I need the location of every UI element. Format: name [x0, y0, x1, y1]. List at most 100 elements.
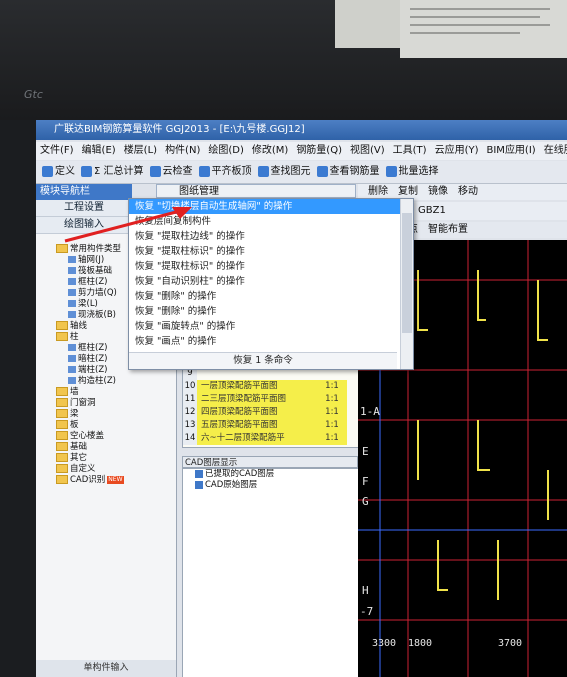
- tree-item-label: 自定义: [70, 464, 96, 474]
- menu-item[interactable]: 修改(M): [248, 142, 292, 160]
- dimension-label: 1800: [408, 638, 433, 649]
- menu-item[interactable]: 楼层(L): [120, 142, 161, 160]
- menu-item[interactable]: 构件(N): [161, 142, 204, 160]
- toolbar-button[interactable]: GBZ1: [418, 202, 446, 220]
- toolbar-icon: [316, 165, 328, 177]
- toolbar-button[interactable]: 云检查: [149, 161, 193, 183]
- tree-item[interactable]: 梁: [56, 409, 176, 420]
- folder-icon: [56, 442, 68, 451]
- axis-label: -7: [360, 605, 374, 618]
- tree-item-label: 空心楼盖: [70, 431, 105, 441]
- toolbar-button-label: 平齐板顶: [211, 166, 252, 177]
- drawing-name: 二三层顶梁配筋平面图: [197, 393, 317, 406]
- axis-label: G: [362, 495, 369, 508]
- toolbar-button-label: 云检查: [162, 166, 193, 177]
- dimension-label: 3300: [372, 638, 397, 649]
- undo-history-item[interactable]: 恢复 "画旋转点" 的操作: [129, 319, 413, 334]
- toolbar-button[interactable]: 定义: [42, 161, 75, 183]
- row-number: 12: [183, 406, 197, 419]
- component-icon: [68, 267, 76, 274]
- menu-item[interactable]: 云应用(Y): [431, 142, 483, 160]
- scrollbar-thumb[interactable]: [402, 213, 412, 333]
- tree-item-label: 柱: [70, 332, 79, 342]
- table-row[interactable]: 10 一层顶梁配筋平面图 1:1: [183, 380, 359, 393]
- tree-item-label: 轴线: [70, 321, 88, 331]
- tree-item-label: 其它: [70, 453, 88, 463]
- cad-layer-item[interactable]: 已提取的CAD图层: [183, 469, 359, 480]
- menu-item[interactable]: 钢筋量(Q): [292, 142, 346, 160]
- component-icon: [68, 377, 76, 384]
- folder-icon: [56, 332, 68, 341]
- window-title: 广联达BIM钢筋算量软件 GGJ2013 - [E:\九号楼.GGJ12]: [36, 120, 567, 140]
- component-icon: [68, 289, 76, 296]
- toolbar-button[interactable]: 批量选择: [385, 161, 439, 183]
- table-row[interactable]: 14 六~十二层顶梁配筋平 1:1: [183, 432, 359, 445]
- table-row[interactable]: 13 五层顶梁配筋平面图 1:1: [183, 419, 359, 432]
- toolbar-button[interactable]: 移动: [458, 184, 478, 200]
- tree-item[interactable]: 自定义: [56, 464, 176, 475]
- single-component-input[interactable]: 单构件输入: [36, 660, 176, 677]
- toolbar-icon: [42, 165, 53, 177]
- cad-layer-label: CAD原始图层: [205, 480, 258, 490]
- menu-item[interactable]: 工具(T): [389, 142, 431, 160]
- drawing-management-title: 图纸管理: [156, 184, 356, 198]
- toolbar-button[interactable]: 镜像: [428, 184, 448, 200]
- undo-history-item[interactable]: 恢复 "删除" 的操作: [129, 289, 413, 304]
- wall-paper-right: [400, 0, 567, 58]
- table-row[interactable]: 12 四层顶梁配筋平面图 1:1: [183, 406, 359, 419]
- column-outline: [537, 280, 548, 341]
- tree-item[interactable]: CAD识别 NEW: [56, 475, 176, 486]
- toolbar-button[interactable]: 查找图元: [257, 161, 311, 183]
- toolbar-icon: [149, 165, 161, 177]
- menu-item[interactable]: 在线服务(S): [540, 142, 567, 160]
- undo-history-item[interactable]: 恢复 "提取柱标识" 的操作: [129, 244, 413, 259]
- column-outline: [477, 270, 486, 321]
- cad-layer-item[interactable]: CAD原始图层: [183, 480, 359, 491]
- folder-icon: [56, 420, 68, 429]
- undo-history-item[interactable]: 恢复 "画点" 的操作: [129, 334, 413, 349]
- tree-item-label: 常用构件类型: [70, 244, 122, 254]
- folder-icon: [56, 409, 68, 418]
- drawing-scale: 1:1: [317, 406, 347, 419]
- undo-history-item[interactable]: 恢复 "提取柱标识" 的操作: [129, 259, 413, 274]
- tree-item[interactable]: 构造柱(Z): [56, 376, 176, 387]
- menu-item[interactable]: 绘图(D): [204, 142, 248, 160]
- menu-item[interactable]: 文件(F): [36, 142, 78, 160]
- tree-item[interactable]: 板: [56, 420, 176, 431]
- layer-icon: [195, 480, 203, 489]
- tree-item[interactable]: 门窗洞: [56, 398, 176, 409]
- toolbar-icon: [385, 165, 397, 177]
- folder-icon: [56, 387, 68, 396]
- menu-item[interactable]: 视图(V): [346, 142, 389, 160]
- tree-item[interactable]: 其它: [56, 453, 176, 464]
- menu-item[interactable]: BIM应用(I): [483, 142, 540, 160]
- toolbar-button[interactable]: 智能布置: [428, 222, 468, 238]
- toolbar-button-label: 定义: [55, 166, 75, 177]
- component-icon: [68, 256, 76, 263]
- column-outline: [437, 540, 448, 591]
- tree-item[interactable]: 基础: [56, 442, 176, 453]
- row-number: 10: [183, 380, 197, 393]
- table-row[interactable]: 11 二三层顶梁配筋平面图 1:1: [183, 393, 359, 406]
- folder-icon: [56, 321, 68, 330]
- tree-item[interactable]: 墙: [56, 387, 176, 398]
- undo-history-item[interactable]: 恢复 "自动识别柱" 的操作: [129, 274, 413, 289]
- tree-item-label: 构造柱(Z): [78, 376, 116, 386]
- tree-item-label: 梁(L): [78, 299, 98, 309]
- tree-item[interactable]: 空心楼盖: [56, 431, 176, 442]
- toolbar-button[interactable]: 平齐板顶: [198, 161, 252, 183]
- toolbar-button[interactable]: 查看钢筋量: [316, 161, 380, 183]
- axis-label: E: [362, 445, 369, 458]
- tree-item-label: 框柱(Z): [78, 277, 108, 287]
- drawing-name: 四层顶梁配筋平面图: [197, 406, 317, 419]
- wall-paper-left: [335, 0, 405, 48]
- menu-item[interactable]: 编辑(E): [78, 142, 120, 160]
- dropdown-scrollbar[interactable]: [400, 199, 413, 369]
- column-outline: [477, 420, 490, 471]
- toolbar-button-label: 批量选择: [398, 166, 439, 177]
- undo-history-item[interactable]: 恢复 "删除" 的操作: [129, 304, 413, 319]
- main-toolbar: 定义 Σ 汇总计算 云检查 平齐板顶 查找图元 查看钢筋量 批量选择: [36, 161, 567, 184]
- component-icon: [68, 344, 76, 351]
- toolbar-icon: [257, 165, 269, 177]
- toolbar-button[interactable]: Σ 汇总计算: [81, 161, 144, 183]
